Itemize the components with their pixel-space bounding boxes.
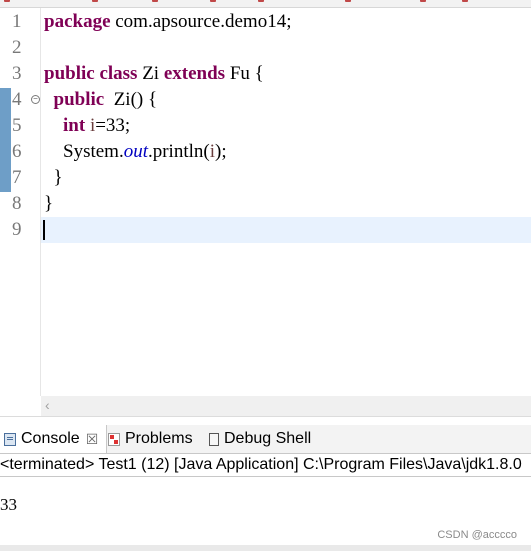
keyword-token: public [44,63,95,84]
code-token: Fu { [225,63,264,84]
line-number: 9 [12,219,22,240]
close-icon[interactable]: ☒ [86,431,99,448]
code-line[interactable]: 8} [0,191,531,217]
debug-shell-icon [209,432,219,446]
console-status: <terminated> Test1 (12) [Java Applicatio… [0,454,531,477]
code-text: } [44,191,53,217]
code-text: public class Zi extends Fu { [44,61,264,87]
code-text: } [44,165,63,191]
code-token: } [44,167,63,188]
code-line[interactable]: 6 System.out.println(i); [0,139,531,165]
line-number: 8 [12,193,22,214]
code-token: =33; [95,115,131,136]
code-token: Zi [137,63,164,84]
tab-debug-shell-label: Debug Shell [224,430,312,447]
code-editor[interactable]: 1 package com.apsource.demo14; 2 3 public cl… [0,8,531,396]
horizontal-scrollbar[interactable]: ‹ [41,396,531,416]
code-line[interactable]: 7 } [0,165,531,191]
code-token: ); [215,141,227,162]
keyword-token: public [53,89,105,110]
console-tab-bar: Console ☒ Problems Debug Shell [0,425,531,454]
keyword-token: extends [163,63,226,84]
keyword-token: package [44,11,111,32]
tab-console[interactable]: Console ☒ [0,425,108,453]
scroll-left-icon[interactable]: ‹ [45,397,50,413]
tab-debug-shell[interactable]: Debug Shell [209,425,311,453]
code-text: int i=33; [44,113,130,139]
tab-problems[interactable]: Problems [108,425,193,453]
static-field-token: out [123,141,148,162]
problems-icon [108,432,120,446]
watermark: CSDN @acccco [437,529,517,541]
code-token: .println( [147,141,210,162]
code-text: System.out.println(i); [44,139,227,165]
line-number: 1 [12,11,22,32]
line-number: 2 [12,37,22,58]
tab-problems-label: Problems [125,430,193,447]
code-text: package com.apsource.demo14; [44,9,291,35]
line-number: 5 [12,115,22,136]
code-line[interactable]: 2 [0,35,531,61]
bottom-scrollbar[interactable] [0,545,531,551]
code-token: com.apsource.demo14; [110,11,292,32]
code-line[interactable]: 1 package com.apsource.demo14; [0,9,531,35]
console-icon [4,432,16,446]
console-output[interactable]: 33 [0,495,17,515]
view-separator[interactable] [0,416,531,425]
code-token: System. [44,141,124,162]
line-number: 6 [12,141,22,162]
line-number: 7 [12,167,22,188]
code-text: public Zi() { [44,87,158,113]
code-token: } [44,193,54,214]
keyword-token: int [63,115,86,136]
fold-collapse-icon[interactable]: − [31,95,40,104]
code-token: Zi() { [104,89,158,110]
keyword-token: class [99,63,138,84]
code-line[interactable]: 5 int i=33; [0,113,531,139]
line-number: 3 [12,63,22,84]
editor-tab-strip [0,0,531,8]
tab-console-label: Console [21,430,80,447]
code-line[interactable]: 4− public Zi() { [0,87,531,113]
code-line[interactable]: 3 public class Zi extends Fu { [0,61,531,87]
code-line[interactable]: 9 [0,217,531,243]
text-caret [43,220,45,240]
